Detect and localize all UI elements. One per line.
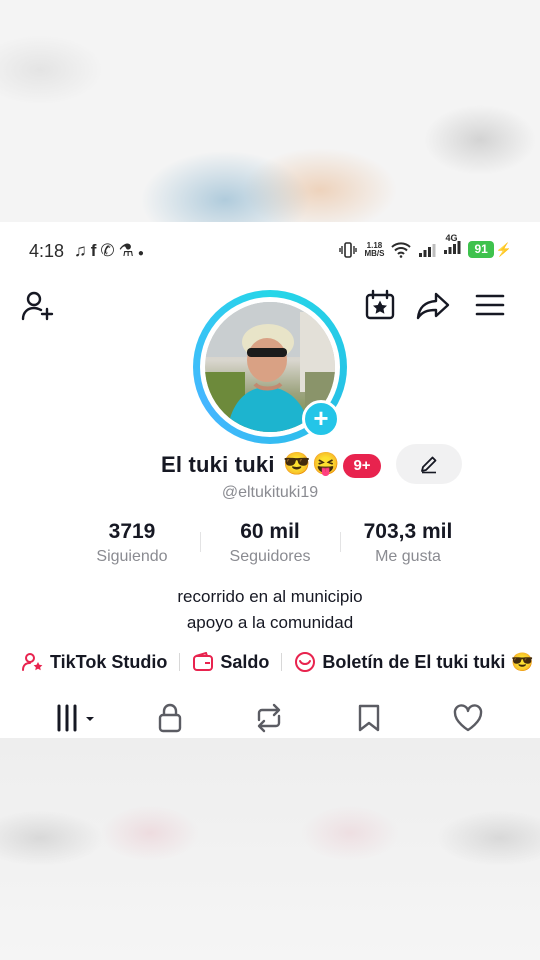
stat-likes[interactable]: 703,3 mil Me gusta xyxy=(348,520,468,566)
blurred-background-top xyxy=(0,0,540,222)
bio: recorrido en al municipio apoyo a la com… xyxy=(0,584,540,636)
signal-4g: 4G xyxy=(443,233,461,259)
profile-panel: 4:18 ♫f✆⚗● 1.18 MB/S 4G 91 ⚡ + El tuki t… xyxy=(0,222,540,738)
charging-icon: ⚡ xyxy=(495,241,512,257)
link-separator xyxy=(281,653,283,671)
link-separator xyxy=(179,653,181,671)
dot-icon: ● xyxy=(137,248,148,259)
pencil-icon xyxy=(421,456,437,474)
status-bar: 4:18 ♫f✆⚗● 1.18 MB/S 4G 91 ⚡ xyxy=(0,222,540,278)
likes-label: Me gusta xyxy=(375,548,441,565)
menu-icon[interactable] xyxy=(472,287,508,323)
following-label: Siguiendo xyxy=(96,548,168,565)
bio-line-2: apoyo a la comunidad xyxy=(186,613,354,632)
music-note-icon: ♫ xyxy=(74,241,91,260)
vibrate-icon xyxy=(339,241,358,258)
stat-divider xyxy=(200,532,201,552)
display-name: El tuki tuki xyxy=(161,452,275,477)
notification-badge[interactable]: 9+ xyxy=(343,454,381,478)
share-icon[interactable] xyxy=(416,287,452,323)
repost-icon[interactable] xyxy=(252,702,286,734)
notification-icons: ♫f✆⚗● xyxy=(74,241,148,261)
followers-label: Seguidores xyxy=(229,548,311,565)
wallet-icon xyxy=(193,652,214,671)
add-story-plus-icon[interactable]: + xyxy=(302,400,340,438)
likes-count: 703,3 mil xyxy=(363,520,453,543)
balance-label: Saldo xyxy=(220,651,270,672)
stat-following[interactable]: 3719 Siguiendo xyxy=(82,520,182,566)
username-handle: @eltukituki19 xyxy=(221,484,319,501)
bookmark-icon[interactable] xyxy=(356,702,382,734)
cool-emoji: 😎 xyxy=(283,451,311,476)
followers-count: 60 mil xyxy=(240,520,300,543)
content-tabs xyxy=(0,698,540,738)
network-type: 4G xyxy=(445,233,458,243)
whatsapp-icon: ✆ xyxy=(100,241,119,260)
creator-star-icon xyxy=(22,653,43,671)
profile-links: TikTok Studio Saldo Boletín de El tuki t… xyxy=(22,650,534,674)
facebook-icon: f xyxy=(90,241,101,260)
blurred-background-bottom xyxy=(0,738,540,960)
status-right: 1.18 MB/S 4G 91 ⚡ xyxy=(339,233,512,259)
network-speed-unit: MB/S xyxy=(364,248,385,258)
newsletter-icon xyxy=(295,652,316,672)
tiktok-studio-label: TikTok Studio xyxy=(50,651,168,672)
edit-profile-button[interactable] xyxy=(396,444,462,484)
newsletter-emoji: 😎 xyxy=(511,651,534,672)
newsletter-label: Boletín de El tuki tuki xyxy=(322,651,506,672)
signal-icon xyxy=(419,243,436,257)
stat-divider xyxy=(340,532,341,552)
heart-icon[interactable] xyxy=(452,702,484,734)
newsletter-link[interactable]: Boletín de El tuki tuki 😎 xyxy=(294,651,534,673)
videos-grid-icon[interactable] xyxy=(54,702,98,734)
balance-link[interactable]: Saldo xyxy=(192,652,269,673)
stat-followers[interactable]: 60 mil Seguidores xyxy=(212,520,328,566)
flask-icon: ⚗ xyxy=(118,241,138,260)
battery-level: 91 xyxy=(468,241,494,258)
lock-icon[interactable] xyxy=(156,702,184,734)
bio-line-1: recorrido en al municipio xyxy=(177,587,363,606)
tiktok-studio-link[interactable]: TikTok Studio xyxy=(22,651,167,673)
following-count: 3719 xyxy=(108,520,156,543)
network-speed: 1.18 MB/S xyxy=(364,241,385,258)
tongue-emoji: 😝 xyxy=(312,451,340,476)
status-time: 4:18 xyxy=(29,241,65,261)
stats-row: 3719 Siguiendo 60 mil Seguidores 703,3 m… xyxy=(0,520,540,572)
add-friend-icon[interactable] xyxy=(20,287,56,323)
favorites-calendar-icon[interactable] xyxy=(362,287,398,323)
wifi-icon xyxy=(391,241,412,258)
